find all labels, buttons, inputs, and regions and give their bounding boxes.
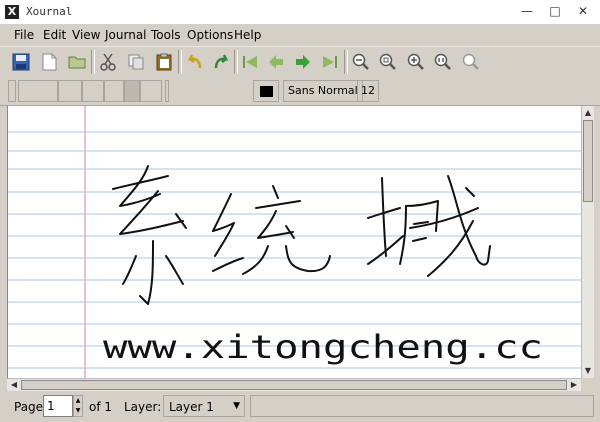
toolbar-handle	[165, 80, 169, 102]
zoom-custom-icon[interactable]	[459, 50, 483, 74]
layer-select[interactable]: Layer 1 ▼	[163, 395, 245, 417]
minimize-button[interactable]: —	[513, 0, 541, 22]
ruled-page-drawing: www.xitongcheng.cc	[8, 106, 582, 378]
open-folder-icon[interactable]	[65, 50, 89, 74]
menu-view[interactable]: View	[72, 28, 100, 42]
app-x-icon: X	[5, 5, 19, 19]
next-page-icon[interactable]	[291, 50, 315, 74]
new-document-icon[interactable]	[37, 50, 61, 74]
dropdown-arrow-icon: ▼	[233, 401, 240, 411]
tool-slot-5[interactable]	[140, 80, 162, 102]
handwriting-url-line: www.xitongcheng.cc	[103, 328, 543, 366]
tool-slot-3[interactable]	[82, 80, 104, 102]
title-bar: X Xournal — □ ✕	[0, 0, 600, 25]
page-number-input[interactable]	[43, 395, 73, 417]
tool-slot-selected[interactable]	[124, 80, 140, 102]
status-bar: Page ▲▼ of 1 Layer: Layer 1 ▼	[0, 391, 600, 422]
menu-options[interactable]: Options	[187, 28, 233, 42]
menu-file[interactable]: File	[14, 28, 34, 42]
scroll-right-arrow-icon[interactable]: ▶	[568, 379, 580, 391]
toolbar-handle	[8, 80, 16, 102]
menu-help[interactable]: Help	[234, 28, 261, 42]
font-size-button[interactable]: 12	[357, 80, 379, 102]
scroll-left-arrow-icon[interactable]: ◀	[8, 379, 20, 391]
pen-color-button[interactable]	[253, 80, 279, 102]
tool-slot-1[interactable]	[18, 80, 58, 102]
cut-icon[interactable]	[96, 50, 120, 74]
toolbar-separator	[91, 50, 95, 74]
layer-select-value: Layer 1	[169, 400, 214, 414]
copy-icon[interactable]	[124, 50, 148, 74]
zoom-out-icon[interactable]	[349, 50, 373, 74]
scroll-up-arrow-icon[interactable]: ▲	[582, 107, 594, 119]
page-spinner[interactable]: ▲ ▼	[73, 395, 83, 417]
undo-icon[interactable]	[183, 50, 207, 74]
maximize-button[interactable]: □	[541, 0, 569, 22]
zoom-100-icon[interactable]	[376, 50, 400, 74]
horizontal-scroll-thumb[interactable]	[21, 380, 567, 390]
redo-icon[interactable]	[209, 50, 233, 74]
pen-toolbar: Sans Normal 12	[0, 77, 600, 106]
menu-edit[interactable]: Edit	[43, 28, 66, 42]
layer-label: Layer:	[124, 400, 162, 414]
first-page-icon[interactable]	[238, 50, 262, 74]
status-message-panel	[250, 395, 594, 417]
zoom-in-icon[interactable]	[404, 50, 428, 74]
vertical-scrollbar[interactable]: ▲ ▼	[581, 106, 594, 378]
tool-slot-4[interactable]	[104, 80, 124, 102]
close-button[interactable]: ✕	[569, 0, 597, 22]
toolbar-separator	[344, 50, 348, 74]
toolbar-separator	[178, 50, 182, 74]
handwriting-chinese-strokes	[112, 165, 491, 305]
journal-page[interactable]: www.xitongcheng.cc	[7, 106, 582, 378]
previous-page-icon[interactable]	[264, 50, 288, 74]
vertical-scroll-thumb[interactable]	[583, 120, 593, 202]
window-title: Xournal	[26, 5, 73, 18]
last-page-icon[interactable]	[318, 50, 342, 74]
scroll-down-arrow-icon[interactable]: ▼	[582, 365, 594, 377]
page-count-label: of 1	[89, 400, 113, 414]
paste-icon[interactable]	[152, 50, 176, 74]
zoom-page-width-icon[interactable]	[431, 50, 455, 74]
horizontal-scrollbar[interactable]: ◀ ▶	[7, 378, 581, 391]
font-button[interactable]: Sans Normal	[283, 80, 363, 102]
color-swatch	[260, 86, 273, 97]
page-label: Page	[14, 400, 44, 414]
menu-tools[interactable]: Tools	[151, 28, 181, 42]
menu-journal[interactable]: Journal	[105, 28, 147, 42]
tool-slot-2[interactable]	[58, 80, 82, 102]
save-icon[interactable]	[9, 50, 33, 74]
main-toolbar	[0, 46, 600, 78]
menu-bar: File Edit View Journal Tools Options Hel…	[0, 24, 600, 46]
